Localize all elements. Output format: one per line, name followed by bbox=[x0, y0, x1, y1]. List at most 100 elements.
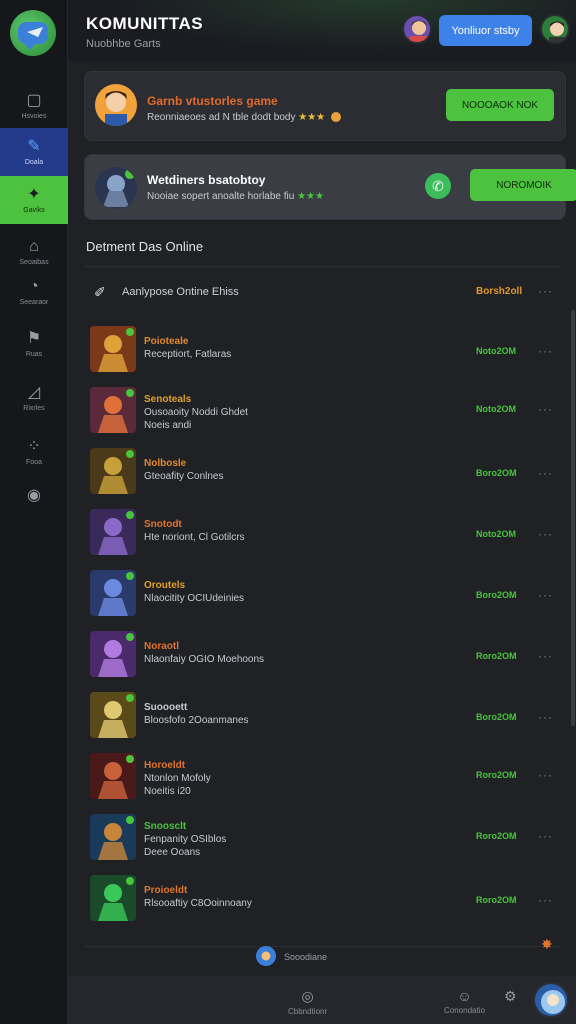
list-item[interactable]: Horoeldt Ntonlon Mofoly Noeitis i20 Roro… bbox=[84, 746, 562, 807]
list-item-desc: Rlsooaftiy C8Ooinnoany bbox=[144, 898, 252, 909]
list-item[interactable]: Poioteale Receptiort, Fatlaras Noto2OM ·… bbox=[84, 319, 562, 380]
more-icon[interactable]: ··· bbox=[538, 829, 553, 843]
bottom-nav-settings[interactable]: ⚙ bbox=[504, 988, 517, 1005]
list-item-name: Horoeldt bbox=[144, 760, 186, 771]
sidebar-item-doala[interactable]: ✎ Doala bbox=[0, 128, 68, 176]
list-item-name: Snoosclt bbox=[144, 821, 187, 832]
list-item-date: Noto2OM bbox=[476, 346, 516, 356]
sidebar-item-gaviks[interactable]: ✦ Gaviks bbox=[0, 176, 68, 224]
settings-icon: ⚙ bbox=[504, 988, 517, 1004]
game-thumbnail bbox=[90, 631, 136, 677]
card-avatar bbox=[95, 84, 137, 126]
more-icon[interactable]: ··· bbox=[538, 284, 553, 298]
flame-icon[interactable]: ✸ bbox=[541, 936, 559, 954]
game-thumbnail bbox=[90, 509, 136, 555]
bottom-nav-contacts[interactable]: ☺ Conondatio bbox=[444, 988, 485, 1015]
sidebar-item-label: Seearaor bbox=[19, 298, 49, 306]
more-icon[interactable]: ··· bbox=[538, 344, 553, 358]
list-item[interactable]: Suoooett Bloosfofo 2Ooanmanes Boro2OM ··… bbox=[84, 685, 562, 746]
online-list: ✐ Aanlypose Ontine Ehiss Borsh2oll ··· P… bbox=[84, 266, 562, 946]
profile-avatar[interactable] bbox=[533, 982, 569, 1018]
sidebar: ▢ Hsvoies ✎ Doala ✦ Gaviks ⌂ Seoaibas ◔ … bbox=[0, 0, 68, 1024]
list-item[interactable]: Senoteals Ousoaoity Noddi Ghdet Noeis an… bbox=[84, 380, 562, 441]
list-item-date: Roro2OM bbox=[476, 770, 517, 780]
scrollbar[interactable] bbox=[571, 310, 575, 726]
profile-avatar[interactable] bbox=[540, 14, 570, 44]
sidebar-item-seearaor[interactable]: ◔ Seearaor bbox=[0, 268, 68, 316]
card-title: Wetdiners bsatobtoy bbox=[147, 173, 266, 187]
avatar[interactable] bbox=[402, 14, 432, 44]
card-secondary-button[interactable]: NOROMOIK bbox=[470, 169, 576, 201]
more-icon[interactable]: ··· bbox=[538, 710, 553, 724]
card-title-text: Garnb vtustorles game bbox=[147, 94, 278, 108]
more-icon[interactable]: ··· bbox=[538, 466, 553, 480]
window-icon: ▢ bbox=[26, 91, 42, 109]
game-thumbnail bbox=[90, 814, 136, 860]
list-item-date: Roro2OM bbox=[476, 831, 517, 841]
list-item-name: Nolbosle bbox=[144, 458, 187, 469]
sidebar-item-label: Rixrles bbox=[23, 404, 45, 412]
page-title: KOMUNITTAS bbox=[86, 14, 204, 33]
invite-card[interactable]: Wetdiners bsatobtoy Nooiae sopert anoalt… bbox=[84, 154, 576, 220]
chart-icon: ◿ bbox=[27, 383, 41, 401]
list-item-extra: Deee Ooans bbox=[144, 847, 201, 858]
grid-icon: ⁘ bbox=[27, 437, 41, 455]
list-item[interactable]: Proioeldt Rlsooaftiy C8Ooinnoany Roro2OM… bbox=[84, 868, 562, 929]
card-subtitle-text: Reonniaeoes ad N tble dodt body bbox=[147, 112, 296, 123]
sidebar-item-label: Seoaibas bbox=[19, 258, 49, 266]
list-item-desc: Ousoaoity Noddi Ghdet bbox=[144, 407, 248, 418]
more-icon[interactable]: ··· bbox=[538, 588, 553, 602]
sidebar-item-label: Ruas bbox=[25, 350, 43, 358]
more-icon[interactable]: ··· bbox=[538, 768, 553, 782]
more-icon[interactable]: ··· bbox=[538, 649, 553, 663]
list-item-name: Oroutels bbox=[144, 580, 186, 591]
home-icon: ◎ bbox=[301, 988, 314, 1004]
sidebar-item-rixrles[interactable]: ◿ Rixrles bbox=[0, 374, 68, 422]
list-item[interactable]: Snoosclt Fenpanity OSIblos Deee Ooans Ro… bbox=[84, 807, 562, 868]
bottom-nav-home[interactable]: ◎ Cbbndtionr bbox=[288, 988, 327, 1016]
footer-user-label: Sooodiane bbox=[284, 952, 328, 962]
card-subtitle: Reonniaeoes ad N tble dodt body ★★★ bbox=[147, 112, 341, 123]
sidebar-item-gamepad[interactable]: ◉ bbox=[0, 472, 68, 520]
edit-icon: ✎ bbox=[27, 137, 41, 155]
list-item-desc: Hte noriont, Cl Gotilcrs bbox=[144, 532, 245, 543]
list-item-desc: Ntonlon Mofoly bbox=[144, 773, 211, 784]
featured-card[interactable]: Garnb vtustorles game Reonniaeoes ad N t… bbox=[84, 71, 566, 141]
app-logo[interactable] bbox=[10, 10, 56, 56]
bottom-bar: ◎ Cbbndtionr ☺ Conondatio ⚙ bbox=[68, 976, 576, 1024]
sidebar-item-label: Doala bbox=[24, 158, 44, 166]
list-item[interactable]: Oroutels Nlaocitity OCIUdeinies Boro2OM … bbox=[84, 563, 562, 624]
coin-icon bbox=[330, 112, 341, 123]
more-icon[interactable]: ··· bbox=[538, 893, 553, 907]
more-icon[interactable]: ··· bbox=[538, 402, 553, 416]
more-icon[interactable]: ··· bbox=[538, 527, 553, 541]
game-thumbnail bbox=[90, 326, 136, 372]
list-item-date: Noto2OM bbox=[476, 404, 516, 414]
list-item[interactable]: Nolbosle Gteoafity Conlnes Boro2OM ··· bbox=[84, 441, 562, 502]
footer-user[interactable]: Sooodiane bbox=[256, 946, 346, 970]
list-item-desc: Bloosfofo 2Ooanmanes bbox=[144, 715, 249, 726]
list-header-text: Aanlypose Ontine Ehiss bbox=[122, 286, 239, 298]
list-item-date: Roro2OM bbox=[476, 895, 517, 905]
game-thumbnail bbox=[90, 753, 136, 799]
card-primary-button[interactable]: NOOOAOK NOK bbox=[446, 89, 554, 121]
list-item[interactable]: Noraotl Nlaonfaiy OGIO Moehoons Roro2OM … bbox=[84, 624, 562, 685]
gamepad-icon: ◉ bbox=[27, 487, 41, 504]
gamer-icon: ✦ bbox=[27, 185, 41, 203]
list-item-name: Noraotl bbox=[144, 641, 179, 652]
sidebar-item-ruas[interactable]: ⚑ Ruas bbox=[0, 320, 68, 368]
sidebar-item-label: Gaviks bbox=[23, 206, 45, 214]
sidebar-item-fooa[interactable]: ⁘ Fooa bbox=[0, 428, 68, 476]
list-item[interactable]: Snotodt Hte noriont, Cl Gotilcrs Noto2OM… bbox=[84, 502, 562, 563]
whatsapp-icon[interactable]: ✆ bbox=[425, 173, 451, 199]
sidebar-item-hsvoies[interactable]: ▢ Hsvoies bbox=[0, 82, 68, 130]
header-action-button[interactable]: Yonliuor stsby bbox=[439, 15, 532, 46]
sidebar-item-label: Fooa bbox=[26, 458, 42, 466]
game-thumbnail bbox=[90, 387, 136, 433]
section-title: Detment Das Online bbox=[86, 239, 204, 254]
pen-icon: ✐ bbox=[94, 284, 106, 300]
bottom-nav-label: Cbbndtionr bbox=[288, 1007, 328, 1016]
bottom-nav-label: Conondatio bbox=[444, 1006, 485, 1015]
list-item-name: Proioeldt bbox=[144, 885, 188, 896]
stars-icon: ★★★ bbox=[298, 112, 326, 123]
